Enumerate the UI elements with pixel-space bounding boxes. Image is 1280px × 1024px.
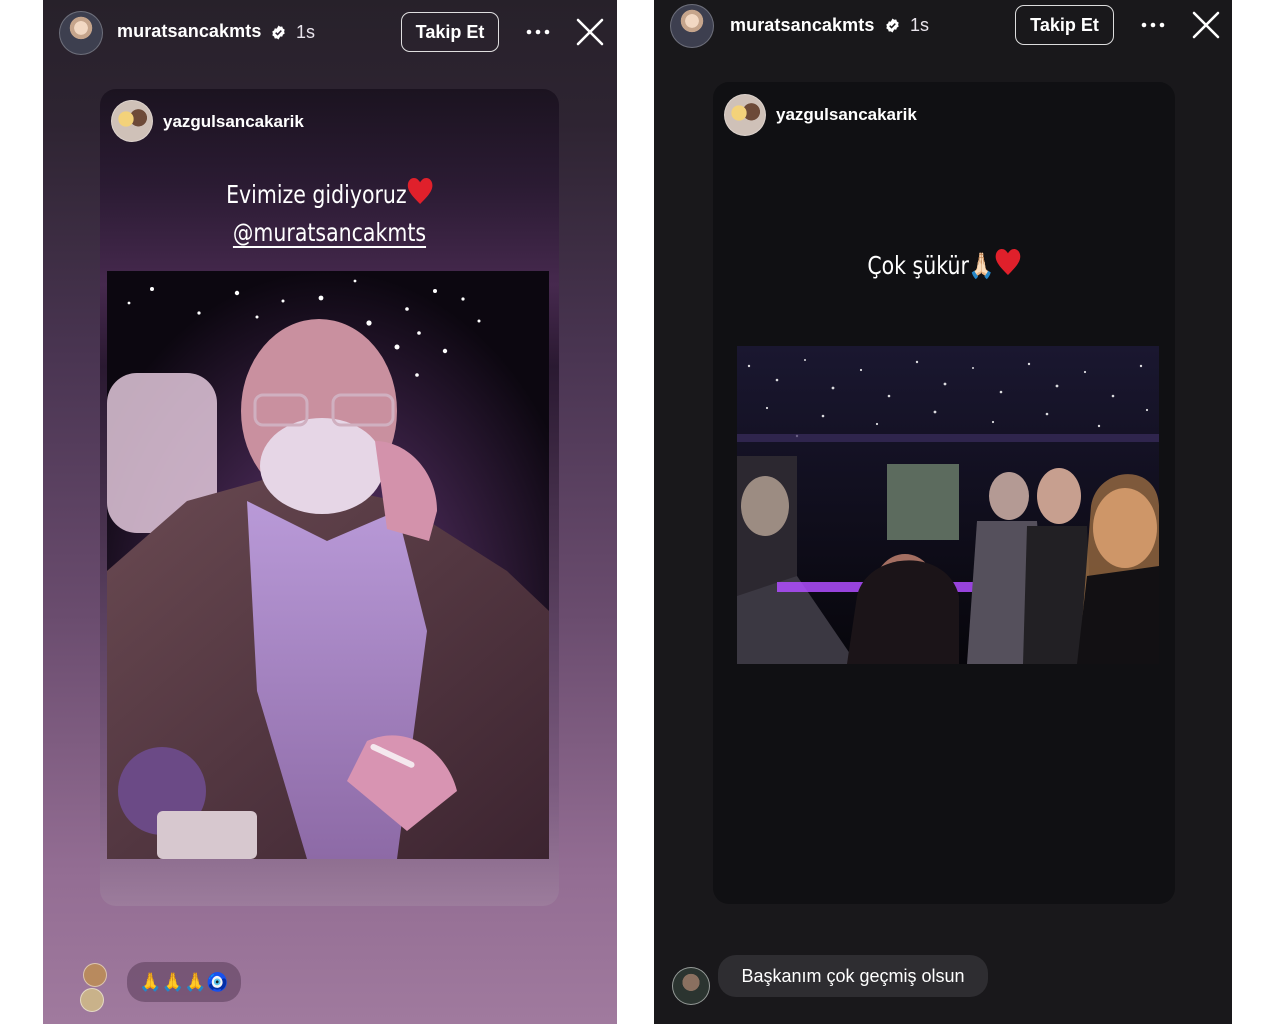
caption-text: Evimize gidiyoruz (226, 180, 407, 209)
shared-post-username[interactable]: yazgulsancakarik (163, 112, 304, 132)
profile-avatar[interactable] (670, 4, 714, 48)
follow-button[interactable]: Takip Et (1015, 5, 1114, 45)
follow-button[interactable]: Takip Et (401, 12, 499, 52)
story-time: 1s (296, 22, 316, 42)
viewer-avatar (83, 963, 107, 987)
story-caption: Çok şükür🙏🏻 (755, 247, 1134, 285)
story-username[interactable]: muratsancakmts (117, 21, 261, 42)
story-caption: Evimize gidiyoruz @muratsancakmts (141, 176, 517, 252)
shared-post-username[interactable]: yazgulsancakarik (776, 105, 917, 125)
shared-post-avatar[interactable] (724, 94, 766, 136)
story-time: 1s (910, 15, 930, 35)
story-header: muratsancakmts 1s Takip Et (43, 0, 617, 64)
close-icon[interactable] (575, 17, 605, 47)
reply-bubble[interactable]: Başkanım çok geçmiş olsun (718, 955, 988, 997)
verified-badge-icon (272, 25, 285, 40)
shared-post-card[interactable]: yazgulsancakarik Evimize gidiyoruz @mura… (100, 89, 559, 906)
close-icon[interactable] (1191, 10, 1221, 40)
photo-group-selfie (737, 346, 1159, 664)
ellipsis-icon[interactable] (524, 22, 552, 42)
verified-badge-icon (886, 18, 899, 33)
shared-post-header: yazgulsancakarik (100, 89, 559, 149)
viewer-avatar (672, 967, 710, 1005)
mention-link[interactable]: @muratsancakmts (233, 218, 426, 247)
ellipsis-icon[interactable] (1139, 15, 1167, 35)
shared-photo (737, 346, 1159, 664)
viewer-avatar (80, 988, 104, 1012)
profile-avatar[interactable] (59, 11, 103, 55)
reply-bubble[interactable]: 🙏🙏🙏🧿 (127, 962, 241, 1002)
heart-icon (407, 178, 433, 204)
caption-text: Çok şükür🙏🏻 (867, 251, 995, 280)
story-panel-left[interactable]: muratsancakmts 1s Takip Et yazgulsancaka… (43, 0, 617, 1024)
story-panel-right[interactable]: muratsancakmts 1s Takip Et yazgulsancaka… (654, 0, 1232, 1024)
heart-icon (995, 249, 1020, 275)
shared-post-avatar[interactable] (111, 100, 153, 142)
photo-man-on-phone (107, 271, 549, 859)
shared-post-header: yazgulsancakarik (713, 82, 1175, 142)
story-username[interactable]: muratsancakmts (730, 15, 874, 36)
shared-photo (107, 271, 549, 859)
story-header: muratsancakmts 1s Takip Et (654, 0, 1232, 64)
shared-post-card[interactable]: yazgulsancakarik Çok şükür🙏🏻 (713, 82, 1175, 904)
